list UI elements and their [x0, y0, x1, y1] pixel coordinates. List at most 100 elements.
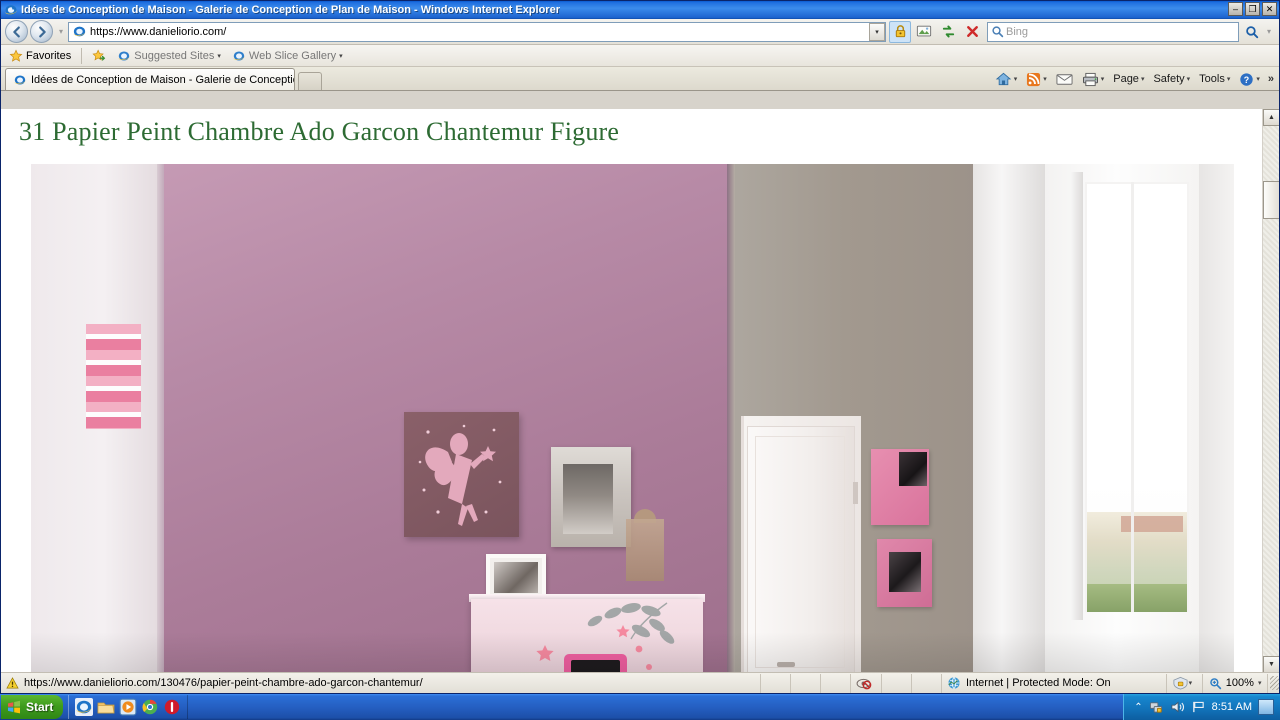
- recent-pages-caret[interactable]: ▾: [55, 27, 67, 36]
- start-button[interactable]: Start: [1, 695, 64, 719]
- favorites-bar: Favorites Suggested Sites ▾ Web Slice Ga…: [1, 45, 1279, 67]
- restore-button[interactable]: ❐: [1245, 2, 1260, 16]
- taskbar-chrome-icon[interactable]: [141, 698, 159, 716]
- page-viewport: 31 Papier Peint Chambre Ado Garcon Chant…: [1, 109, 1279, 673]
- internet-explorer-icon: [4, 3, 18, 17]
- minimize-button[interactable]: –: [1228, 2, 1243, 16]
- search-icon: [988, 25, 1006, 38]
- tray-overflow-button[interactable]: ⌃: [1134, 702, 1142, 713]
- home-icon: [995, 71, 1012, 87]
- taskbar: Start ⌃ 8:51 AM: [0, 694, 1280, 720]
- suggested-sites-icon: [117, 49, 131, 63]
- command-bar-overflow-button[interactable]: »: [1265, 73, 1277, 85]
- scrollbar-thumb[interactable]: [1263, 181, 1279, 219]
- back-button[interactable]: [5, 20, 28, 43]
- chevron-down-icon[interactable]: ▾: [339, 52, 343, 60]
- baby-photo-subject: [563, 464, 613, 534]
- chevron-down-icon[interactable]: ▾: [1014, 75, 1018, 83]
- curtain-right: [1199, 164, 1234, 673]
- suggested-sites-button[interactable]: Suggested Sites ▾: [113, 48, 225, 64]
- garden-hedge: [1087, 584, 1187, 612]
- safety-menu-label: Safety: [1153, 73, 1185, 85]
- status-protected-mode-cell[interactable]: ▾: [1167, 673, 1203, 693]
- compatibility-view-icon[interactable]: [913, 21, 935, 43]
- status-zone-cell[interactable]: Internet | Protected Mode: On: [942, 673, 1167, 693]
- mail-button[interactable]: [1052, 71, 1077, 88]
- clock-text[interactable]: 8:51 AM: [1212, 701, 1252, 713]
- chevron-down-icon[interactable]: ▾: [1227, 75, 1231, 83]
- protected-mode-icon: [1172, 676, 1189, 690]
- status-cell-1: [761, 673, 792, 693]
- scroll-up-button[interactable]: ▲: [1263, 109, 1279, 126]
- page-title: 31 Papier Peint Chambre Ado Garcon Chant…: [19, 117, 620, 146]
- resize-grip[interactable]: [1270, 676, 1279, 690]
- taupe-wall-corner: [727, 164, 735, 673]
- status-bar: https://www.danieliorio.com/130476/papie…: [1, 672, 1279, 693]
- help-menu-button[interactable]: ? ▾: [1235, 70, 1264, 89]
- network-icon[interactable]: [1149, 700, 1164, 714]
- chevron-down-icon[interactable]: ▾: [1141, 75, 1145, 83]
- volume-icon[interactable]: [1170, 700, 1185, 714]
- chevron-down-icon[interactable]: ▾: [1256, 75, 1260, 83]
- tools-menu-label: Tools: [1199, 73, 1225, 85]
- stop-icon[interactable]: [961, 21, 983, 43]
- taskbar-ie-icon[interactable]: [75, 698, 94, 716]
- taskbar-mediaplayer-icon[interactable]: [119, 698, 137, 716]
- web-slice-gallery-button[interactable]: Web Slice Gallery ▾: [228, 48, 347, 64]
- new-tab-button[interactable]: [298, 72, 322, 90]
- show-desktop-button[interactable]: [1258, 699, 1274, 715]
- web-slice-gallery-label: Web Slice Gallery: [248, 49, 337, 62]
- svg-text:?: ?: [1244, 74, 1249, 84]
- door-panel: [755, 436, 845, 668]
- zoom-icon: [1209, 677, 1222, 690]
- chevron-down-icon[interactable]: ▾: [1043, 75, 1047, 83]
- article-photo[interactable]: ANY RUN: [31, 164, 1234, 673]
- small-photo-image: [494, 562, 538, 593]
- tools-menu-button[interactable]: Tools ▾: [1195, 71, 1234, 87]
- address-bar[interactable]: https://www.danieliorio.com/ ▾: [68, 21, 886, 42]
- taskbar-explorer-icon[interactable]: [97, 698, 115, 716]
- action-center-flag-icon[interactable]: [1191, 700, 1206, 714]
- start-label: Start: [26, 700, 54, 714]
- home-button[interactable]: ▾: [991, 69, 1022, 89]
- print-button[interactable]: ▾: [1078, 70, 1109, 89]
- feeds-button[interactable]: ▾: [1022, 70, 1051, 89]
- chevron-down-icon[interactable]: ▾: [1187, 75, 1191, 83]
- security-lock-icon[interactable]: [889, 20, 911, 43]
- browser-window: Idées de Conception de Maison - Galerie …: [0, 0, 1280, 694]
- refresh-icon[interactable]: [937, 21, 959, 43]
- status-tracking-protection-cell[interactable]: [851, 673, 882, 693]
- door-handle: [777, 662, 795, 667]
- tab-active[interactable]: Idées de Conception de Maison - Galerie …: [5, 68, 295, 90]
- forward-button[interactable]: [30, 20, 53, 43]
- tab-label: Idées de Conception de Maison - Galerie …: [31, 73, 295, 86]
- add-to-favorites-bar-button[interactable]: [88, 48, 110, 64]
- status-cell-4: [882, 673, 912, 693]
- page-menu-button[interactable]: Page ▾: [1109, 71, 1148, 87]
- close-button[interactable]: ✕: [1262, 2, 1277, 16]
- scroll-down-button[interactable]: ▼: [1263, 656, 1279, 673]
- taskbar-record-icon[interactable]: [163, 698, 181, 716]
- tab-favicon-icon: [13, 73, 27, 87]
- search-provider-caret[interactable]: ▾: [1263, 27, 1275, 36]
- safety-menu-button[interactable]: Safety ▾: [1149, 71, 1194, 87]
- address-dropdown-button[interactable]: ▾: [869, 22, 885, 41]
- chevron-down-icon[interactable]: ▾: [1258, 679, 1262, 687]
- chevron-down-icon[interactable]: ▾: [1189, 679, 1193, 687]
- status-zone-text: Internet | Protected Mode: On: [965, 677, 1111, 689]
- chevron-down-icon[interactable]: ▾: [217, 52, 221, 60]
- search-go-button[interactable]: [1241, 21, 1263, 43]
- feeds-icon: [1026, 72, 1041, 87]
- vertical-scrollbar[interactable]: ▲ ▼: [1262, 109, 1279, 673]
- scrollbar-track[interactable]: [1263, 126, 1279, 656]
- print-icon: [1082, 72, 1099, 87]
- title-bar: Idées de Conception de Maison - Galerie …: [1, 1, 1279, 19]
- chevron-down-icon[interactable]: ▾: [1101, 75, 1105, 83]
- search-input[interactable]: Bing: [987, 21, 1239, 42]
- status-cell-5: [912, 673, 942, 693]
- status-cell-3: [821, 673, 852, 693]
- favorites-star-icon: [9, 48, 23, 63]
- favorites-button[interactable]: Favorites: [5, 48, 75, 64]
- add-favorite-star-icon: [92, 48, 106, 63]
- status-zoom-cell[interactable]: 100% ▾: [1203, 673, 1269, 693]
